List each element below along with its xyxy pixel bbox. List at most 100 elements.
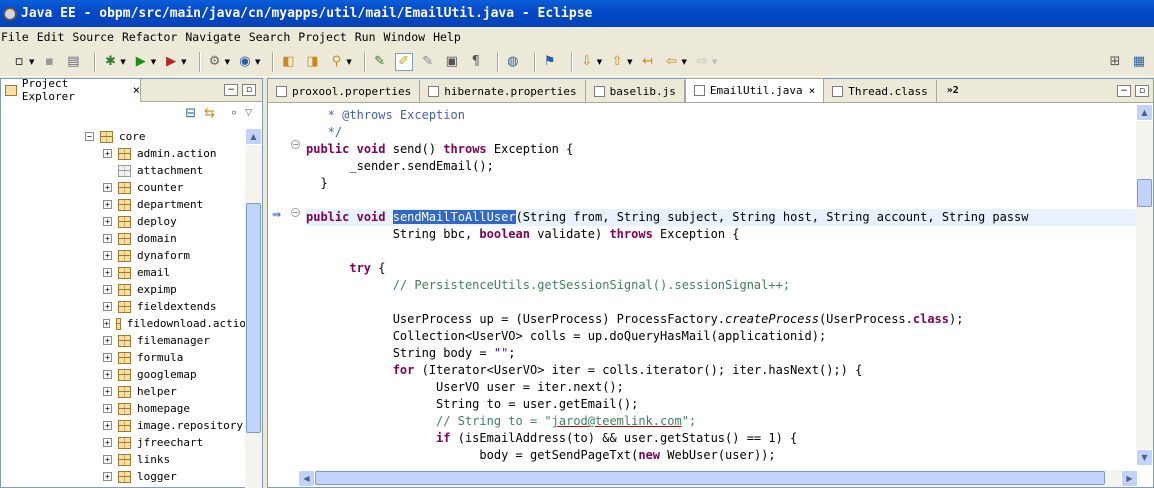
expand-icon[interactable]: +: [103, 404, 112, 413]
menu-search[interactable]: Search: [248, 30, 295, 44]
scrollbar-thumb[interactable]: [315, 471, 1105, 485]
chevron-down-icon[interactable]: ▼: [627, 58, 632, 66]
editor-vertical-scrollbar[interactable]: ▲ ▼: [1136, 104, 1153, 466]
menu-run[interactable]: Run: [354, 30, 380, 44]
menu-window[interactable]: Window: [383, 30, 430, 44]
open-folder-icon[interactable]: ◨: [303, 53, 321, 71]
chevron-down-icon[interactable]: ▼: [682, 58, 687, 66]
tree-item[interactable]: + admin.action: [1, 145, 246, 162]
collapse-icon[interactable]: −: [85, 132, 94, 141]
close-icon[interactable]: ×: [133, 83, 140, 97]
tree-item[interactable]: + counter: [1, 179, 246, 196]
tree-item[interactable]: + fieldextends: [1, 298, 246, 315]
tab-overflow-button[interactable]: »2: [947, 85, 959, 96]
expand-icon[interactable]: +: [103, 149, 112, 158]
tree-item[interactable]: + googlemap: [1, 366, 246, 383]
editor-horizontal-scrollbar[interactable]: ◀ ▶: [298, 470, 1138, 487]
maximize-icon[interactable]: ▫: [242, 84, 256, 96]
tree-item[interactable]: + jfreechart: [1, 434, 246, 451]
tree-item[interactable]: + deploy: [1, 213, 246, 230]
menu-file[interactable]: File: [0, 30, 33, 44]
tree-item[interactable]: + dynaform: [1, 247, 246, 264]
tree-item[interactable]: + expimp: [1, 281, 246, 298]
scrollbar-thumb[interactable]: [1137, 179, 1152, 207]
close-icon[interactable]: ×: [809, 84, 816, 97]
tree-item[interactable]: + formula: [1, 349, 246, 366]
expand-icon[interactable]: +: [103, 336, 112, 345]
editor-tab[interactable]: proxool.properties: [268, 80, 421, 102]
run-icon[interactable]: ▶: [132, 53, 150, 71]
tree-item[interactable]: + department: [1, 196, 246, 213]
tree-item[interactable]: + filedownload.actio: [1, 315, 246, 332]
expand-icon[interactable]: +: [103, 319, 110, 328]
expand-icon[interactable]: +: [103, 370, 112, 379]
collapse-all-icon[interactable]: ⊟: [185, 106, 196, 121]
tree-item[interactable]: − core: [1, 128, 246, 145]
new-class-icon[interactable]: ◉: [236, 53, 254, 71]
fold-icon[interactable]: −: [291, 140, 300, 149]
expand-icon[interactable]: +: [103, 234, 112, 243]
show-whitespace-icon[interactable]: ¶: [467, 53, 485, 71]
code-editor[interactable]: − ⇛ − * @throws Exception */ public void …: [268, 104, 1138, 466]
expand-icon[interactable]: +: [103, 438, 112, 447]
expand-icon[interactable]: +: [103, 387, 112, 396]
scroll-down-icon[interactable]: ▼: [1136, 449, 1153, 466]
expand-icon[interactable]: +: [103, 285, 112, 294]
editor-tab[interactable]: Thread.class: [824, 80, 937, 102]
open-perspective-icon[interactable]: ⊞: [1106, 53, 1124, 71]
globe-icon[interactable]: ◍: [504, 53, 522, 71]
save-icon[interactable]: ▪: [40, 53, 58, 71]
expand-icon[interactable]: +: [103, 251, 112, 260]
scroll-up-icon[interactable]: ▲: [245, 128, 262, 145]
chevron-down-icon[interactable]: ▽: [245, 108, 252, 118]
tree-item[interactable]: + email: [1, 264, 246, 281]
tree-item[interactable]: attachment: [1, 162, 246, 179]
scroll-right-icon[interactable]: ▶: [1121, 470, 1138, 487]
next-annotation-icon[interactable]: ⇩: [578, 53, 596, 71]
show-whitespace-icon[interactable]: ▣: [443, 53, 461, 71]
mark-occurrences-icon[interactable]: ✐: [394, 52, 413, 71]
chevron-down-icon[interactable]: ▼: [120, 58, 125, 66]
chevron-down-icon[interactable]: ▼: [346, 58, 351, 66]
editor-tab[interactable]: hibernate.properties: [420, 80, 586, 102]
debug-marker-icon[interactable]: ⇛: [272, 209, 284, 220]
link-with-editor-icon[interactable]: ⇆: [204, 106, 215, 121]
expand-icon[interactable]: +: [103, 455, 112, 464]
expand-icon[interactable]: +: [103, 183, 112, 192]
menu-refactor[interactable]: Refactor: [121, 30, 181, 44]
chevron-down-icon[interactable]: ▼: [597, 58, 602, 66]
chevron-down-icon[interactable]: ▼: [712, 58, 717, 66]
search-icon[interactable]: ⚲: [327, 53, 345, 71]
java-ee-perspective-icon[interactable]: ▦: [1130, 53, 1148, 71]
tab-project-explorer[interactable]: Project Explorer ×: [1, 77, 141, 103]
new-icon[interactable]: ▫: [10, 53, 28, 71]
minimize-icon[interactable]: −: [1117, 84, 1131, 97]
chevron-down-icon[interactable]: ▼: [151, 58, 156, 66]
menu-help[interactable]: Help: [432, 30, 465, 44]
expand-icon[interactable]: +: [103, 421, 112, 430]
fold-icon[interactable]: −: [291, 208, 300, 217]
scroll-up-icon[interactable]: ▲: [1136, 104, 1153, 121]
chevron-down-icon[interactable]: ▼: [225, 58, 230, 66]
tree-item[interactable]: + helper: [1, 383, 246, 400]
chevron-down-icon[interactable]: ▼: [181, 58, 186, 66]
tree-item[interactable]: + image.repository: [1, 417, 246, 434]
menu-navigate[interactable]: Navigate: [184, 30, 244, 44]
print-icon[interactable]: ▤: [64, 53, 82, 71]
tree-item[interactable]: + filemanager: [1, 332, 246, 349]
tree-item[interactable]: + logger: [1, 468, 246, 485]
expand-icon[interactable]: +: [103, 302, 112, 311]
back-icon[interactable]: ⇦: [663, 53, 681, 71]
minimize-icon[interactable]: −: [224, 84, 238, 96]
scrollbar-thumb[interactable]: [246, 203, 261, 433]
tree-item[interactable]: + homepage: [1, 400, 246, 417]
chevron-down-icon[interactable]: ▼: [255, 58, 260, 66]
view-menu-icon[interactable]: ⚬: [229, 106, 239, 120]
forward-icon[interactable]: ⇨: [693, 53, 711, 71]
tree-item[interactable]: + domain: [1, 230, 246, 247]
expand-icon[interactable]: +: [103, 472, 112, 481]
toggle-block-icon[interactable]: ✎: [419, 53, 437, 71]
expand-icon[interactable]: +: [103, 217, 112, 226]
menu-source[interactable]: Source: [71, 30, 118, 44]
expand-icon[interactable]: +: [103, 353, 112, 362]
